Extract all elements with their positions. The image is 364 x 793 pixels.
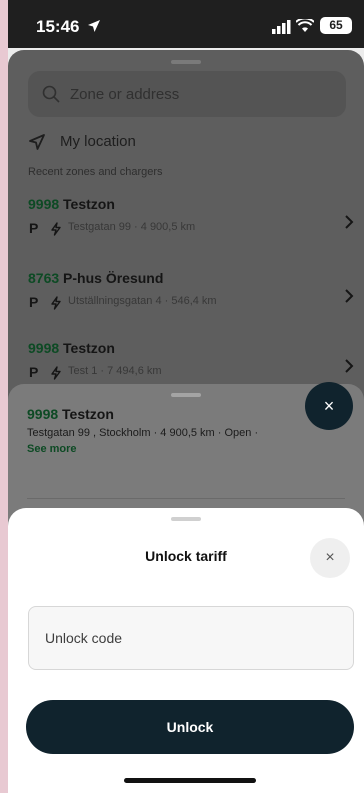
bolt-icon bbox=[51, 366, 61, 380]
divider bbox=[27, 498, 345, 499]
recent-heading: Recent zones and chargers bbox=[28, 166, 163, 178]
zone-close-button[interactable]: × bbox=[305, 382, 353, 430]
unlock-code-field[interactable] bbox=[28, 606, 354, 670]
chevron-right-icon bbox=[345, 359, 354, 373]
search-bar[interactable] bbox=[28, 71, 346, 117]
unlock-code-input[interactable] bbox=[45, 607, 335, 669]
parking-icon: P bbox=[29, 364, 39, 380]
sheet-handle[interactable] bbox=[171, 60, 201, 64]
recent-item-subtitle: P Utställningsgatan 4 · 546,4 km bbox=[29, 294, 217, 310]
recent-item-p-hus-oresund[interactable]: 8763 P-hus Öresund P Utställningsgatan 4… bbox=[28, 270, 354, 328]
status-time: 15:46 bbox=[36, 17, 80, 36]
unlock-tariff-sheet: Unlock tariff × Unlock bbox=[8, 508, 364, 793]
location-arrow-icon bbox=[29, 134, 45, 150]
parking-icon: P bbox=[29, 220, 39, 236]
sheet-handle[interactable] bbox=[171, 393, 201, 397]
close-icon: × bbox=[323, 396, 335, 416]
parking-icon: P bbox=[29, 294, 39, 310]
bolt-icon bbox=[51, 296, 61, 310]
recent-item-testzon[interactable]: 9998 Testzon P Testgatan 99 · 4 900,5 km bbox=[28, 196, 354, 254]
chevron-right-icon bbox=[345, 289, 354, 303]
recent-item-title: 9998 Testzon bbox=[28, 340, 115, 356]
my-location-item[interactable]: My location bbox=[28, 131, 228, 153]
wifi-icon bbox=[296, 19, 314, 32]
recent-item-subtitle: P Testgatan 99 · 4 900,5 km bbox=[29, 220, 196, 236]
see-more-link[interactable]: See more bbox=[27, 443, 77, 455]
my-location-label: My location bbox=[60, 133, 136, 150]
home-indicator bbox=[124, 778, 256, 783]
zone-details: Testgatan 99 , Stockholm · 4 900,5 km · … bbox=[27, 427, 259, 439]
battery-indicator: 65 bbox=[320, 17, 352, 34]
search-icon bbox=[42, 85, 60, 103]
sheet-handle[interactable] bbox=[171, 517, 201, 521]
unlock-button[interactable]: Unlock bbox=[26, 700, 354, 754]
status-bar: 15:46 65 bbox=[8, 0, 364, 48]
signal-icon bbox=[272, 20, 291, 34]
recent-item-title: 8763 P-hus Öresund bbox=[28, 270, 164, 286]
phone-screen: 15:46 65 My location Recent zones and ch… bbox=[8, 0, 364, 793]
zone-title: 9998 Testzon bbox=[27, 406, 114, 422]
bolt-icon bbox=[51, 222, 61, 236]
chevron-right-icon bbox=[345, 215, 354, 229]
recent-item-subtitle: P Test 1 · 7 494,6 km bbox=[29, 364, 162, 380]
close-button[interactable]: × bbox=[310, 538, 350, 578]
search-input[interactable] bbox=[70, 71, 330, 117]
location-arrow-icon bbox=[88, 20, 100, 32]
recent-item-title: 9998 Testzon bbox=[28, 196, 115, 212]
